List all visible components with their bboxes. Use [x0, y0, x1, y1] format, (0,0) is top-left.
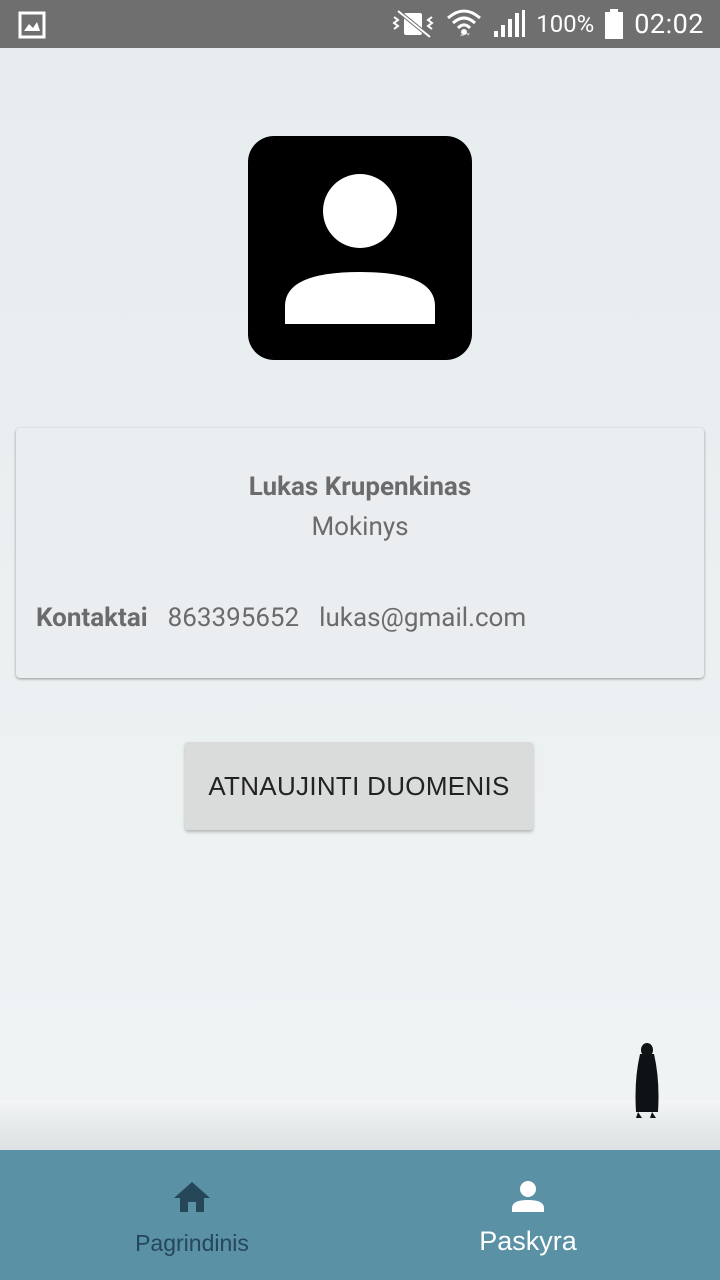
snow-ground — [0, 1100, 720, 1150]
gallery-icon — [18, 11, 46, 39]
update-data-button[interactable]: ATNAUJINTI DUOMENIS — [185, 742, 533, 830]
profile-role: Mokinys — [311, 512, 409, 542]
wifi-icon — [447, 9, 482, 36]
signal-icon — [494, 10, 526, 37]
penguin-figure — [635, 1043, 659, 1118]
person-icon — [285, 174, 435, 324]
vibrate-mute-icon — [392, 9, 434, 39]
status-bar: 100% 02:02 — [0, 0, 720, 48]
contacts-row: Kontaktai 863395652 lukas@gmail.com — [36, 603, 526, 633]
battery-icon — [605, 9, 624, 39]
clock: 02:02 — [634, 8, 704, 40]
nav-item-home[interactable]: Pagrindinis — [12, 1150, 372, 1280]
nav-label-home: Pagrindinis — [135, 1230, 249, 1256]
nav-label-account: Paskyra — [479, 1226, 577, 1256]
home-icon — [174, 1182, 210, 1212]
profile-avatar — [248, 136, 472, 360]
contacts-label: Kontaktai — [36, 603, 148, 633]
battery-percent: 100% — [536, 10, 595, 38]
bottom-navigation: Pagrindinis Paskyra — [0, 1150, 720, 1280]
nav-item-account[interactable]: Paskyra — [348, 1150, 708, 1280]
profile-name: Lukas Krupenkinas — [248, 472, 472, 502]
phone-number: 863395652 — [167, 603, 300, 633]
profile-card: Lukas Krupenkinas Mokinys Kontaktai 8633… — [16, 428, 704, 678]
person-icon — [512, 1181, 544, 1212]
email-address: lukas@gmail.com — [319, 603, 527, 633]
